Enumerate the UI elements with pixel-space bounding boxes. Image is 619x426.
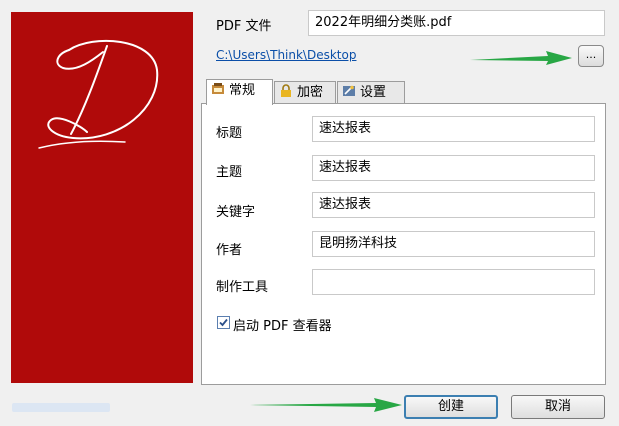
checkmark-icon: [219, 318, 228, 327]
create-button[interactable]: 创建: [404, 395, 498, 419]
script-d-logo: [38, 39, 159, 149]
author-label: 作者: [216, 243, 243, 258]
tab-general[interactable]: 常规: [206, 79, 273, 105]
subject-label: 主题: [216, 165, 243, 180]
open-viewer-label: 启动 PDF 查看器: [233, 319, 332, 334]
settings-icon: [343, 85, 355, 96]
browse-button[interactable]: ...: [578, 45, 604, 67]
author-input[interactable]: 昆明扬洋科技: [312, 231, 595, 257]
tab-encryption-label: 加密: [297, 85, 324, 100]
annotation-arrow-browse: [470, 51, 572, 65]
title-label: 标题: [216, 126, 243, 141]
keywords-input[interactable]: 速达报表: [312, 192, 595, 218]
tab-settings[interactable]: 设置: [337, 81, 405, 103]
tab-settings-label: 设置: [360, 85, 387, 100]
brand-panel: [11, 12, 193, 383]
creator-tool-label: 制作工具: [216, 280, 269, 295]
pdf-filename-field[interactable]: 2022年明细分类账.pdf: [308, 10, 605, 36]
annotation-arrow-create: [250, 398, 402, 412]
open-viewer-checkbox[interactable]: [217, 316, 230, 329]
blurred-status-text: [12, 403, 110, 412]
output-path-link[interactable]: C:\Users\Think\Desktop: [216, 48, 356, 62]
tab-general-label: 常规: [229, 83, 256, 98]
title-input[interactable]: 速达报表: [312, 116, 595, 142]
keywords-label: 关键字: [216, 205, 256, 220]
lock-icon: [281, 84, 291, 97]
cancel-button[interactable]: 取消: [511, 395, 605, 419]
general-icon: [212, 83, 224, 94]
creator-tool-input[interactable]: [312, 269, 595, 295]
tab-encryption[interactable]: 加密: [274, 81, 336, 103]
subject-input[interactable]: 速达报表: [312, 155, 595, 181]
pdf-file-label: PDF 文件: [216, 19, 272, 34]
